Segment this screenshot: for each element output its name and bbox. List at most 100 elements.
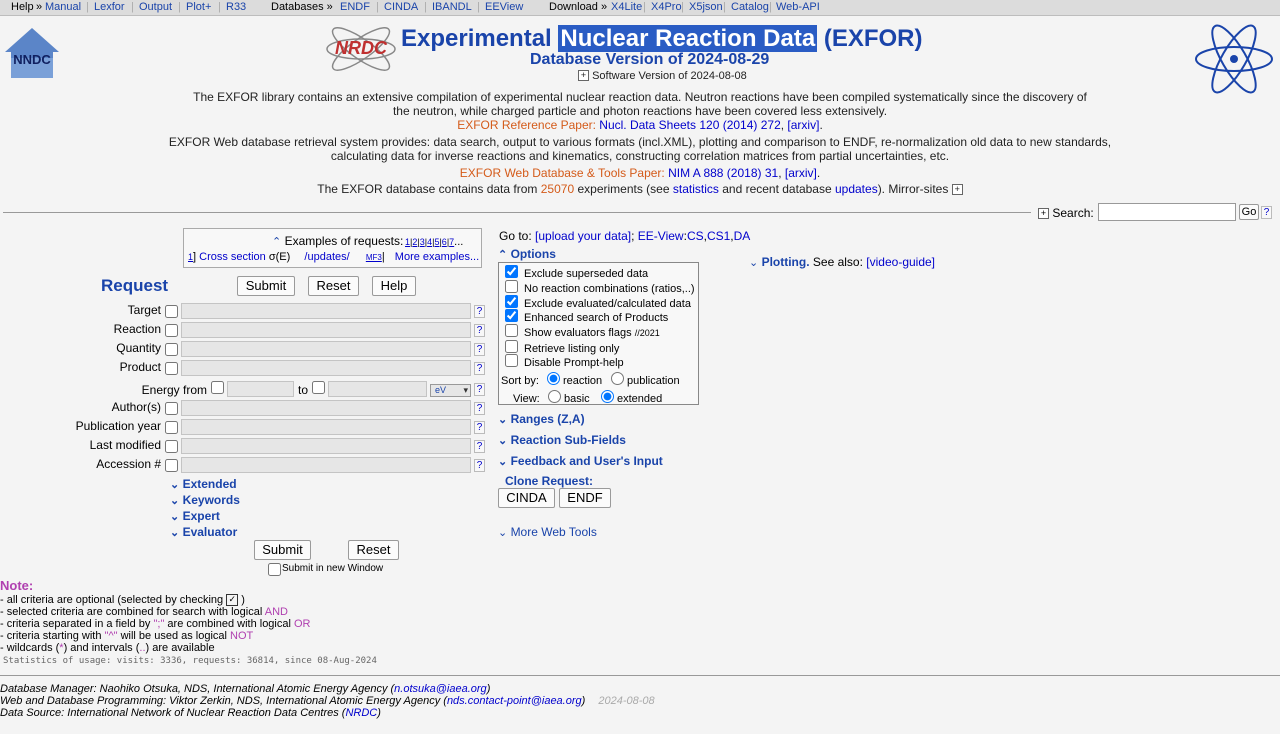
reference-paper-link[interactable]: Nucl. Data Sheets 120 (2014) 272 xyxy=(599,118,780,132)
reaction-checkbox[interactable] xyxy=(165,324,178,337)
last-modified-checkbox[interactable] xyxy=(165,440,178,453)
section-extended[interactable]: ⌄ Extended xyxy=(170,477,237,491)
cross-section-link[interactable]: Cross section xyxy=(199,251,266,263)
example-link-1[interactable]: 1 xyxy=(405,237,410,247)
reaction-input[interactable] xyxy=(181,322,471,338)
accession-checkbox[interactable] xyxy=(165,459,178,472)
last-modified-input[interactable] xyxy=(181,438,471,454)
more-examples-link[interactable]: More examples... xyxy=(395,251,479,263)
energy-to-input[interactable] xyxy=(328,381,427,397)
nrdc-link[interactable]: NRDC xyxy=(345,707,377,719)
section-reaction-subfields[interactable]: ⌄ Reaction Sub-Fields xyxy=(498,433,626,447)
product-input[interactable] xyxy=(181,360,471,376)
energy-from-checkbox[interactable] xyxy=(211,381,224,394)
nav-help[interactable]: Help xyxy=(11,0,34,15)
option-evaluator-flags-checkbox[interactable] xyxy=(505,324,518,337)
quantity-checkbox[interactable] xyxy=(165,343,178,356)
reference-arxiv-link[interactable]: [arxiv] xyxy=(787,118,819,132)
product-help[interactable]: ? xyxy=(474,362,485,375)
publication-year-help[interactable]: ? xyxy=(474,421,485,434)
section-keywords[interactable]: ⌄ Keywords xyxy=(170,493,240,507)
energy-help[interactable]: ? xyxy=(474,383,485,396)
option-enhanced-products-checkbox[interactable] xyxy=(505,309,518,322)
video-guide-link[interactable]: [video-guide] xyxy=(866,255,935,269)
authors-help[interactable]: ? xyxy=(474,402,485,415)
accession-help[interactable]: ? xyxy=(474,459,485,472)
clone-endf-button[interactable]: ENDF xyxy=(559,488,611,508)
nav-web-api[interactable]: Web-API xyxy=(776,0,820,15)
option-exclude-evaluated-checkbox[interactable] xyxy=(505,295,518,308)
sort-reaction-radio[interactable] xyxy=(547,372,560,385)
contact-email-link[interactable]: nds.contact-point@iaea.org xyxy=(447,695,582,707)
example-link-6[interactable]: 6 xyxy=(442,237,447,247)
energy-unit-select[interactable]: eV ▾ xyxy=(430,384,471,397)
nav-plot[interactable]: Plot+ xyxy=(186,0,211,15)
nav-catalog[interactable]: Catalog xyxy=(731,0,769,15)
nav-output[interactable]: Output xyxy=(139,0,172,15)
statistics-link[interactable]: statistics xyxy=(673,182,719,196)
software-version-row[interactable]: + Software Version of 2024-08-08 xyxy=(578,70,747,82)
product-checkbox[interactable] xyxy=(165,362,178,375)
collapse-icon[interactable]: ⌃ xyxy=(272,236,281,248)
iaea-logo[interactable] xyxy=(1190,22,1278,96)
section-expert[interactable]: ⌄ Expert xyxy=(170,509,220,523)
search-help-button[interactable]: ? xyxy=(1261,206,1272,219)
updates-link[interactable]: updates xyxy=(835,182,878,196)
nav-endf[interactable]: ENDF xyxy=(340,0,370,15)
reset-button-bottom[interactable]: Reset xyxy=(348,540,399,560)
example-link-5[interactable]: 5 xyxy=(434,237,439,247)
clone-cinda-button[interactable]: CINDA xyxy=(498,488,555,508)
upload-data-link[interactable]: [upload your data] xyxy=(535,229,631,243)
option-exclude-superseded-checkbox[interactable] xyxy=(505,265,518,278)
section-feedback[interactable]: ⌄ Feedback and User's Input xyxy=(498,454,663,468)
new-window-checkbox[interactable] xyxy=(268,563,281,576)
nav-x4lite[interactable]: X4Lite xyxy=(611,0,642,15)
quantity-help[interactable]: ? xyxy=(474,343,485,356)
nndc-logo[interactable]: NNDC xyxy=(3,22,61,80)
authors-checkbox[interactable] xyxy=(165,402,178,415)
nav-cinda[interactable]: CINDA xyxy=(384,0,418,15)
manager-email-link[interactable]: n.otsuka@iaea.org xyxy=(394,683,487,695)
last-modified-help[interactable]: ? xyxy=(474,440,485,453)
more-web-tools[interactable]: ⌄ More Web Tools xyxy=(498,525,597,539)
example-updates-link[interactable]: /updates/ xyxy=(304,251,349,263)
example-link-4[interactable]: 4 xyxy=(427,237,432,247)
tools-paper-link[interactable]: NIM A 888 (2018) 31 xyxy=(668,166,778,180)
nav-manual[interactable]: Manual xyxy=(45,0,81,15)
authors-input[interactable] xyxy=(181,400,471,416)
view-extended-radio[interactable] xyxy=(601,390,614,403)
nav-ibandl[interactable]: IBANDL xyxy=(432,0,472,15)
energy-to-checkbox[interactable] xyxy=(312,381,325,394)
tools-arxiv-link[interactable]: [arxiv] xyxy=(785,166,817,180)
nav-r33[interactable]: R33 xyxy=(226,0,246,15)
nav-x4pro[interactable]: X4Pro xyxy=(651,0,682,15)
mirror-sites-expand-icon[interactable]: + xyxy=(951,184,963,195)
nav-x5json[interactable]: X5json xyxy=(689,0,723,15)
section-evaluator[interactable]: ⌄ Evaluator xyxy=(170,525,237,539)
energy-from-input[interactable] xyxy=(227,381,294,397)
option-disable-prompt-checkbox[interactable] xyxy=(505,354,518,367)
search-go-button[interactable]: Go xyxy=(1239,204,1259,220)
mf3-link[interactable]: MF3 xyxy=(366,253,382,262)
publication-year-checkbox[interactable] xyxy=(165,421,178,434)
example-link-3[interactable]: 3 xyxy=(420,237,425,247)
publication-year-input[interactable] xyxy=(181,419,471,435)
view-basic-radio[interactable] xyxy=(548,390,561,403)
nav-lexfor[interactable]: Lexfor xyxy=(94,0,125,15)
search-input[interactable] xyxy=(1098,203,1236,221)
quantity-input[interactable] xyxy=(181,341,471,357)
nrdc-logo[interactable]: NRDC xyxy=(322,25,400,73)
section-ranges[interactable]: ⌄ Ranges (Z,A) xyxy=(498,412,585,426)
example-link-2[interactable]: 2 xyxy=(412,237,417,247)
ee-view-link[interactable]: EE-View xyxy=(638,229,684,243)
option-no-combinations-checkbox[interactable] xyxy=(505,280,518,293)
target-checkbox[interactable] xyxy=(165,305,178,318)
target-help[interactable]: ? xyxy=(474,305,485,318)
ee-view-cs-link[interactable]: CS xyxy=(687,229,704,243)
search-expand-icon[interactable]: + xyxy=(1038,208,1049,219)
reaction-help[interactable]: ? xyxy=(474,324,485,337)
reset-button[interactable]: Reset xyxy=(308,276,359,296)
nav-eeview[interactable]: EEView xyxy=(485,0,523,15)
target-input[interactable] xyxy=(181,303,471,319)
expand-icon[interactable]: + xyxy=(578,70,589,81)
